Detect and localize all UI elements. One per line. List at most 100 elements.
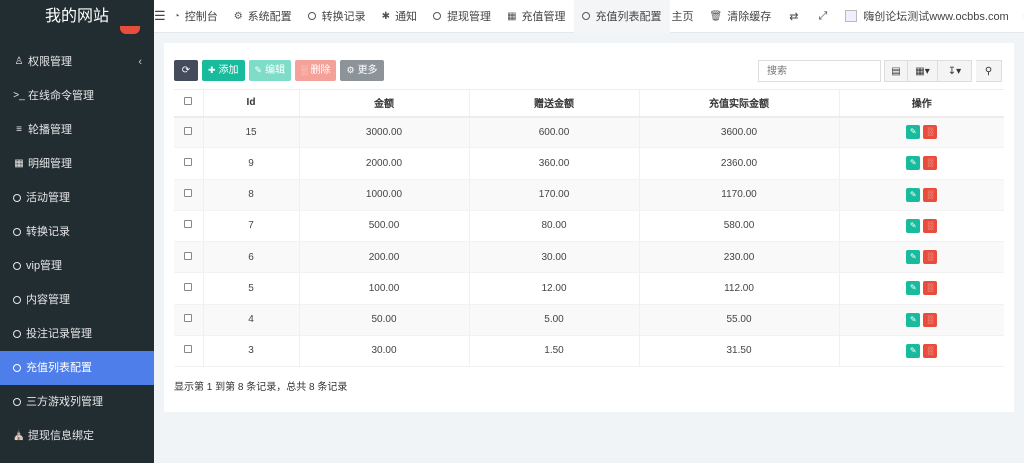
delete-row-button[interactable]: ░ — [923, 312, 938, 327]
sidebar-item-third-party-games[interactable]: 三方游戏列管理 — [0, 385, 154, 419]
sidebar-item-withdraw-binding[interactable]: ⛪ 提现信息绑定 — [0, 419, 154, 453]
row-checkbox[interactable] — [174, 241, 203, 274]
search-input[interactable] — [758, 60, 881, 82]
column-header-actual[interactable]: 充值实际金额 — [638, 89, 839, 118]
row-checkbox[interactable] — [174, 179, 203, 211]
row-checkbox[interactable] — [174, 147, 203, 180]
cell-bonus: 30.00 — [468, 241, 639, 274]
sidebar-item-activity[interactable]: 活动管理 — [0, 181, 154, 215]
table-body: 15 3000.00 600.00 3600.00 ✎ ░ 9 2000.00 360.00 23… — [174, 116, 1004, 368]
column-header-bonus[interactable]: 赠送金额 — [468, 89, 639, 118]
sidebar-item-permissions[interactable]: ♙ 权限管理 ‹ — [0, 45, 154, 79]
tab-label: 通知 — [395, 11, 418, 23]
more-button[interactable]: ⚙ 更多 — [340, 60, 384, 81]
refresh-button[interactable]: ⟳ — [174, 60, 198, 81]
sidebar-item-vip[interactable]: vip管理 — [0, 249, 154, 283]
sidebar-item-recharge-list[interactable]: 充值列表配置 — [0, 351, 154, 385]
sidebar-item-label: 明细管理 — [28, 158, 72, 170]
grid-icon: ▦ — [507, 10, 517, 22]
tab-conversion[interactable]: 转换记录 — [300, 0, 374, 33]
home-link[interactable]: 主页 — [670, 0, 702, 33]
row-checkbox[interactable] — [174, 116, 203, 149]
cell-actions: ✎ ░ — [838, 335, 1004, 368]
cell-actual: 1170.00 — [638, 179, 839, 211]
circle-icon — [581, 12, 590, 20]
edit-row-button[interactable]: ✎ — [906, 312, 921, 327]
tab-withdraw[interactable]: 提现管理 — [425, 0, 499, 33]
column-header-id[interactable]: Id — [202, 89, 299, 118]
circle-icon — [13, 194, 21, 202]
column-header-amount[interactable]: 金额 — [298, 89, 469, 118]
delete-row-button[interactable]: ░ — [923, 156, 938, 171]
translate-icon[interactable]: ⇄ — [779, 0, 808, 33]
edit-row-button[interactable]: ✎ — [906, 281, 921, 296]
cell-amount: 50.00 — [298, 304, 469, 336]
delete-row-button[interactable]: ░ — [923, 218, 938, 233]
edit-row-button[interactable]: ✎ — [906, 187, 921, 202]
delete-row-button[interactable]: ░ — [923, 187, 938, 202]
search-toggle-button[interactable]: ⚲ — [976, 60, 1002, 82]
circle-icon — [13, 296, 21, 304]
export-dropdown[interactable]: ↧▾ — [938, 60, 972, 82]
fullscreen-icon[interactable]: ⤢ — [808, 0, 837, 33]
cell-bonus: 600.00 — [468, 116, 639, 149]
export-icon: ↧▾ — [947, 65, 962, 77]
cell-amount: 30.00 — [298, 335, 469, 368]
delete-row-button[interactable]: ░ — [923, 125, 938, 140]
sidebar-item-online-command[interactable]: >_ 在线命令管理 — [0, 79, 154, 113]
table-row: 6 200.00 30.00 230.00 ✎ ░ — [174, 241, 1004, 274]
row-checkbox[interactable] — [174, 335, 203, 368]
row-checkbox[interactable] — [174, 272, 203, 305]
row-checkbox[interactable] — [174, 210, 203, 243]
edit-row-button[interactable]: ✎ — [906, 343, 921, 358]
sidebar-item-bets[interactable]: 投注记录管理 — [0, 317, 154, 351]
sidebar-item-label: 轮播管理 — [28, 124, 72, 136]
edit-row-button[interactable]: ✎ — [906, 250, 921, 265]
edit-row-button[interactable]: ✎ — [906, 156, 921, 171]
refresh-icon: ⟳ — [181, 65, 191, 76]
tab-recharge-list[interactable]: 充值列表配置 — [573, 0, 670, 33]
cell-amount: 3000.00 — [298, 116, 469, 149]
sidebar-item-carousel[interactable]: ≡ 轮播管理 — [0, 113, 154, 147]
edit-row-button[interactable]: ✎ — [906, 125, 921, 140]
cell-bonus: 1.50 — [468, 335, 639, 368]
column-header-actions: 操作 — [838, 89, 1004, 118]
brand-logo[interactable]: 我的网站 — [0, 0, 154, 34]
menu-toggle-icon[interactable]: ☰ — [154, 0, 166, 33]
cell-actions: ✎ ░ — [838, 116, 1004, 149]
cell-amount: 1000.00 — [298, 179, 469, 211]
delete-row-button[interactable]: ░ — [923, 281, 938, 296]
delete-row-button[interactable]: ░ — [923, 250, 938, 265]
circle-icon — [307, 12, 316, 20]
sidebar-item-conversion[interactable]: 转换记录 — [0, 215, 154, 249]
sidebar-item-details[interactable]: ▦ 明细管理 — [0, 147, 154, 181]
cell-id: 6 — [202, 241, 299, 274]
username: 嗨创论坛测试www.ocbbs.com — [863, 11, 1009, 23]
clear-cache-button[interactable]: 🗑 清除缓存 — [702, 0, 780, 33]
tab-system-config[interactable]: ⚙ 系统配置 — [226, 0, 300, 33]
cell-amount: 100.00 — [298, 272, 469, 305]
tab-notice[interactable]: ✱ 通知 — [374, 0, 425, 33]
edit-row-button[interactable]: ✎ — [906, 218, 921, 233]
edit-button[interactable]: ✎ 编辑 — [248, 60, 292, 81]
tab-recharge[interactable]: ▦ 充值管理 — [499, 0, 573, 33]
cell-bonus: 170.00 — [468, 179, 639, 211]
select-all-checkbox[interactable] — [174, 89, 203, 118]
delete-row-button[interactable]: ░ — [923, 343, 938, 358]
cell-actual: 230.00 — [638, 241, 839, 274]
trash-icon: 🗑 — [709, 10, 723, 22]
delete-button[interactable]: ░ 删除 — [295, 60, 337, 81]
settings-gears-icon[interactable]: ⚙ — [1017, 0, 1024, 33]
sidebar-item-label: 充值列表配置 — [26, 362, 92, 374]
toggle-view-button[interactable]: ▤ — [884, 60, 908, 82]
table-row: 4 50.00 5.00 55.00 ✎ ░ — [174, 304, 1004, 336]
cell-actions: ✎ ░ — [838, 272, 1004, 305]
add-button[interactable]: ✚ 添加 — [202, 60, 245, 81]
cell-actual: 31.50 — [638, 335, 839, 368]
row-checkbox[interactable] — [174, 304, 203, 336]
tab-dashboard[interactable]: ◔ 控制台 — [166, 0, 226, 33]
user-menu[interactable]: 嗨创论坛测试www.ocbbs.com — [837, 0, 1016, 33]
columns-dropdown[interactable]: ▦▾ — [908, 60, 938, 82]
sidebar-item-content[interactable]: 内容管理 — [0, 283, 154, 317]
cell-actual: 112.00 — [638, 272, 839, 305]
